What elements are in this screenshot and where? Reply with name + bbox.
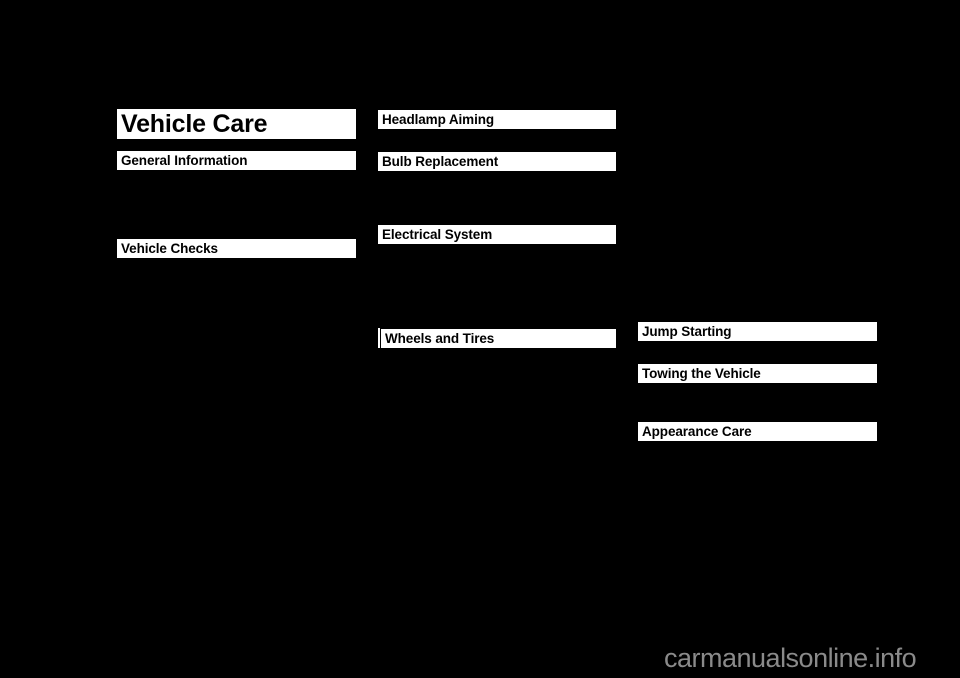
subentries-towing-the-vehicle <box>640 385 876 417</box>
section-heading-general-information[interactable]: General Information <box>117 151 356 170</box>
section-heading-bulb-replacement[interactable]: Bulb Replacement <box>378 152 616 171</box>
section-heading-appearance-care[interactable]: Appearance Care <box>638 422 877 441</box>
subentries-jump-starting <box>640 343 876 361</box>
section-heading-headlamp-aiming[interactable]: Headlamp Aiming <box>378 110 616 129</box>
subentries-wheels-and-tires <box>380 350 615 470</box>
subentries-appearance-care <box>640 443 876 503</box>
watermark-text: carmanualsonline.info <box>664 643 917 673</box>
document-page: Vehicle Care General Information Vehicle… <box>0 0 960 678</box>
scan-artifact-tick <box>378 328 380 348</box>
subentries-headlamp-aiming <box>380 131 615 151</box>
subentries-bulb-replacement <box>380 173 615 221</box>
subentries-general-information <box>119 172 355 232</box>
subentries-electrical-system <box>380 246 615 322</box>
section-heading-jump-starting[interactable]: Jump Starting <box>638 322 877 341</box>
section-heading-towing-the-vehicle[interactable]: Towing the Vehicle <box>638 364 877 383</box>
page-title: Vehicle Care <box>117 109 356 139</box>
section-heading-wheels-and-tires[interactable]: Wheels and Tires <box>381 329 616 348</box>
section-heading-vehicle-checks[interactable]: Vehicle Checks <box>117 239 356 258</box>
section-heading-electrical-system[interactable]: Electrical System <box>378 225 616 244</box>
subentries-vehicle-checks <box>119 260 355 420</box>
